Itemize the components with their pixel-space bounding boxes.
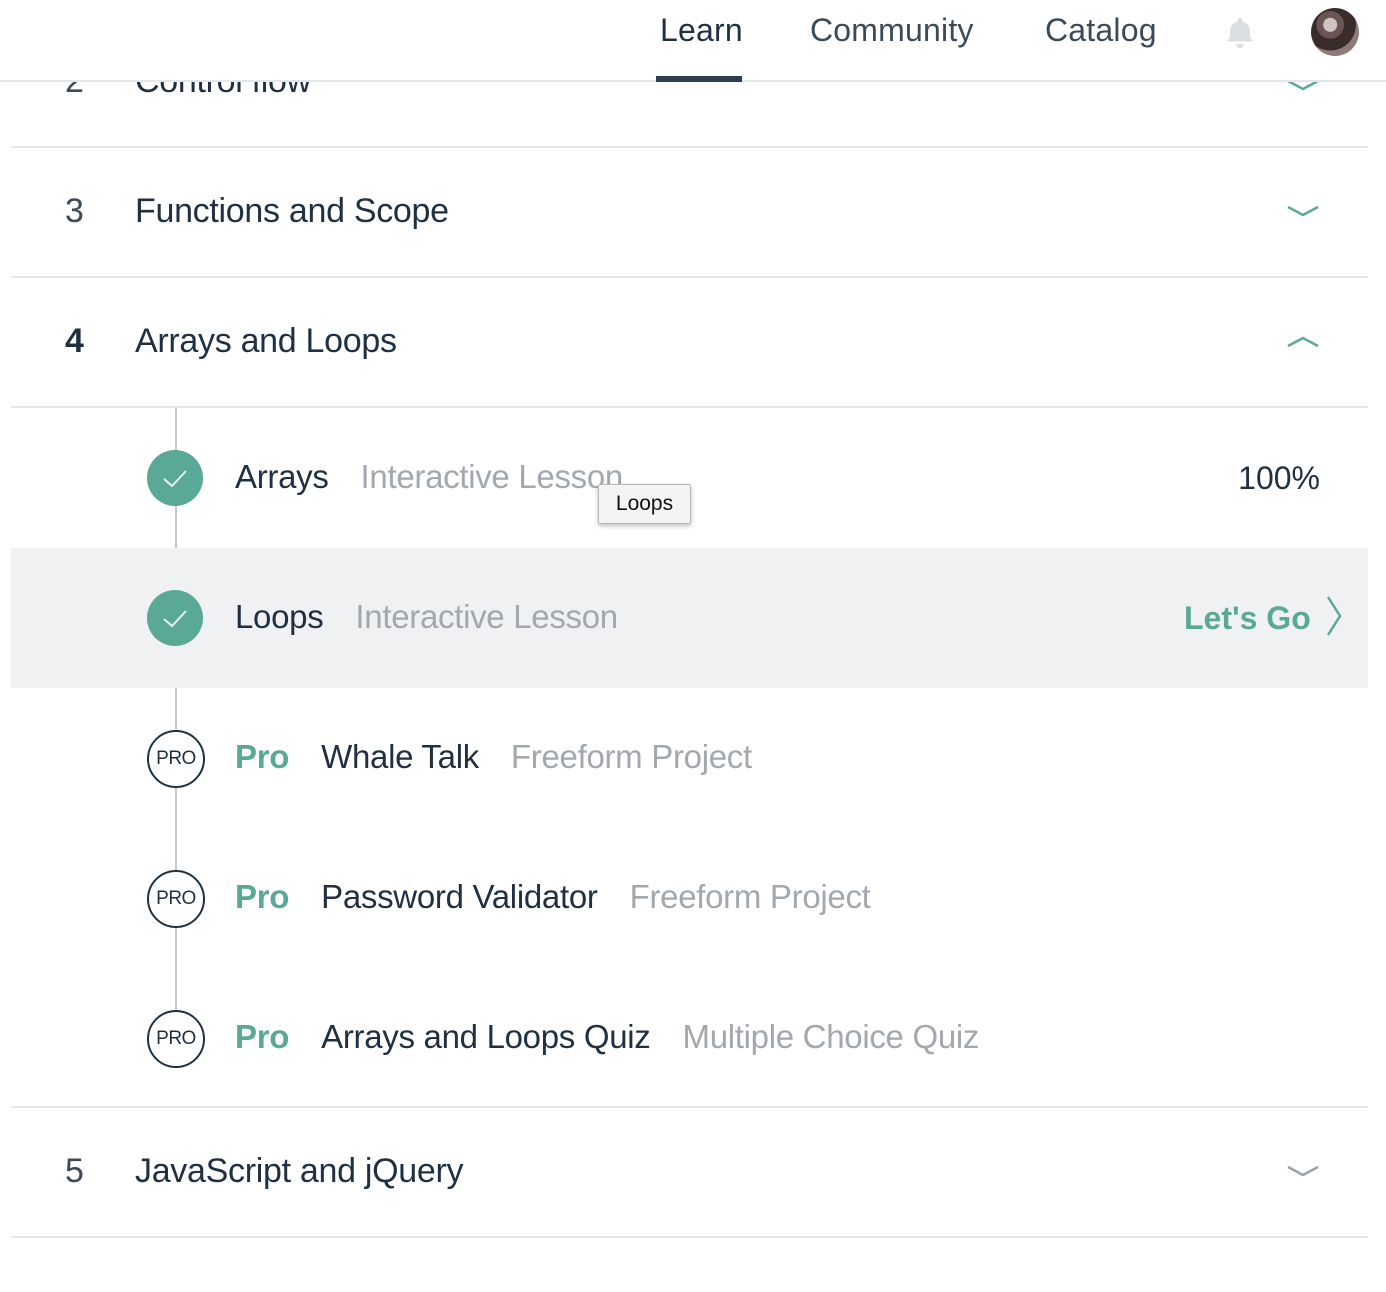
lesson-type: Interactive Lesson — [360, 458, 624, 495]
lesson-type: Multiple Choice Quiz — [682, 1018, 980, 1055]
lesson-name: Loops — [235, 598, 324, 635]
lesson-label: Loops Interactive Lesson — [235, 598, 618, 636]
progress-percent: 100% — [1238, 460, 1320, 496]
chevron-right-icon[interactable] — [1325, 594, 1343, 638]
section-javascript-and-jquery[interactable]: 5 JavaScript and jQuery — [11, 1108, 1368, 1238]
pro-label: Pro — [235, 878, 290, 915]
nav-catalog[interactable]: Catalog — [1045, 12, 1157, 49]
top-nav: Learn Community Catalog — [0, 0, 1386, 82]
lesson-type: Interactive Lesson — [355, 598, 618, 635]
tooltip: Loops — [598, 484, 691, 524]
section-title: Functions and Scope — [135, 192, 449, 230]
lesson-type: Freeform Project — [510, 738, 752, 775]
section-arrays-and-loops[interactable]: 4 Arrays and Loops — [11, 278, 1368, 408]
section-functions-and-scope[interactable]: 3 Functions and Scope — [11, 148, 1368, 278]
check-icon — [147, 450, 203, 506]
pro-badge: PRO — [147, 730, 205, 788]
lesson-label: Pro Password Validator Freeform Project — [235, 878, 871, 916]
section-title: JavaScript and jQuery — [135, 1152, 464, 1190]
lesson-row-loops[interactable]: Loops Interactive Lesson Let's Go — [11, 548, 1368, 688]
lesson-row-password-validator[interactable]: PRO Pro Password Validator Freeform Projec… — [11, 828, 1368, 968]
nav-community[interactable]: Community — [810, 12, 974, 49]
lesson-label: Arrays Interactive Lesson — [235, 458, 623, 496]
chevron-up-icon[interactable] — [1285, 332, 1321, 352]
section-number: 4 — [65, 322, 84, 360]
pro-label: Pro — [235, 1018, 290, 1055]
bell-icon[interactable] — [1222, 14, 1258, 50]
chevron-down-icon[interactable] — [1285, 202, 1321, 222]
avatar[interactable] — [1311, 8, 1359, 56]
pro-badge: PRO — [147, 870, 205, 928]
lesson-name: Password Validator — [321, 878, 598, 915]
chevron-down-icon[interactable] — [1285, 1162, 1321, 1182]
lets-go-link[interactable]: Let's Go — [1184, 600, 1311, 637]
section-number: 3 — [65, 192, 84, 230]
course-syllabus-page: 2 Control flow 3 Functions and Scope 4 A… — [0, 0, 1386, 1292]
section-title: Arrays and Loops — [135, 322, 397, 360]
pro-label: Pro — [235, 738, 290, 775]
lesson-row-arrays-and-loops-quiz[interactable]: PRO Pro Arrays and Loops Quiz Multiple Cho… — [11, 968, 1368, 1108]
lesson-label: Pro Arrays and Loops Quiz Multiple Choice … — [235, 1018, 979, 1056]
section-number: 5 — [65, 1152, 84, 1190]
lesson-row-arrays[interactable]: Arrays Interactive Lesson 100% — [11, 408, 1368, 548]
lesson-name: Whale Talk — [321, 738, 479, 775]
lesson-label: Pro Whale Talk Freeform Project — [235, 738, 752, 776]
lesson-type: Freeform Project — [629, 878, 871, 915]
check-icon — [147, 590, 203, 646]
pro-badge: PRO — [147, 1010, 205, 1068]
lesson-row-whale-talk[interactable]: PRO Pro Whale Talk Freeform Project — [11, 688, 1368, 828]
lesson-name: Arrays — [235, 458, 329, 495]
lesson-name: Arrays and Loops Quiz — [321, 1018, 651, 1055]
nav-active-indicator — [656, 76, 742, 82]
nav-learn[interactable]: Learn — [660, 12, 743, 49]
